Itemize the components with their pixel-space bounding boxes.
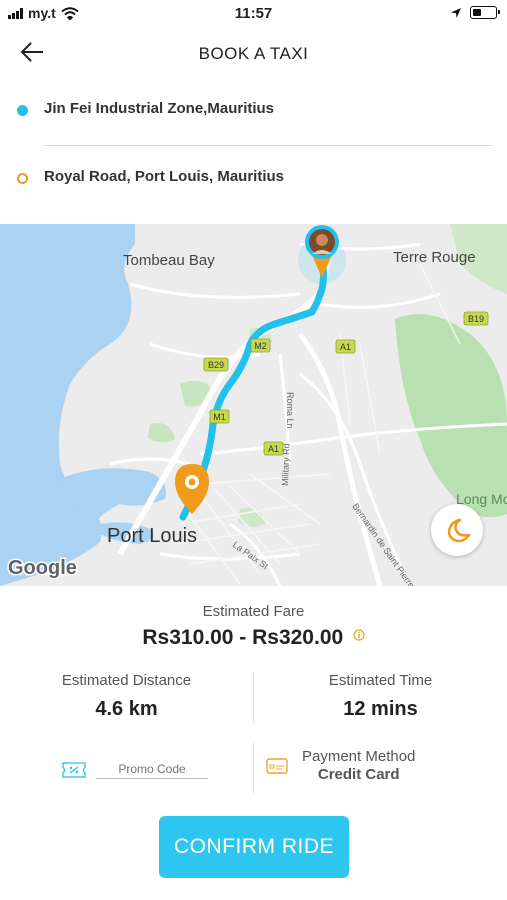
fare-value: Rs310.00 - Rs320.00	[142, 626, 344, 649]
time-value: 12 mins	[343, 698, 418, 720]
time-label: Estimated Time	[328, 672, 433, 689]
pickup-location[interactable]: Jin Fei Industrial Zone,Mauritius	[0, 90, 507, 130]
map-label-port-louis: Port Louis	[107, 525, 197, 547]
svg-text:A1: A1	[340, 342, 351, 352]
location-divider	[44, 145, 492, 146]
moon-icon	[447, 518, 471, 543]
night-mode-button[interactable]	[431, 504, 483, 556]
google-logo: Google	[8, 557, 77, 579]
page-title: BOOK A TAXI	[198, 44, 309, 63]
status-bar: my.t 11:57	[0, 0, 507, 28]
payment-value: Credit Card	[317, 766, 400, 783]
payment-method[interactable]: Payment Method Credit Card	[266, 748, 415, 783]
shield-a1-mid: A1	[263, 441, 284, 456]
card-icon	[266, 757, 288, 774]
battery-icon	[470, 6, 500, 19]
svg-text:B19: B19	[468, 314, 484, 324]
shield-a1-top: A1	[335, 339, 356, 354]
pickup-address: Jin Fei Industrial Zone,Mauritius	[44, 100, 275, 117]
time-stat: Estimated Time 12 mins	[254, 672, 507, 721]
distance-value: 4.6 km	[95, 698, 158, 720]
svg-text:M1: M1	[213, 412, 226, 422]
payment-text: Payment Method Credit Card	[302, 748, 415, 783]
svg-text:M2: M2	[254, 341, 267, 351]
status-right	[450, 6, 500, 19]
distance-label: Estimated Distance	[61, 672, 192, 689]
distance-stat: Estimated Distance 4.6 km	[0, 672, 253, 721]
ticket-icon	[62, 762, 86, 778]
fare-label: Estimated Fare	[202, 603, 305, 620]
svg-text:B29: B29	[208, 360, 224, 370]
svg-text:A1: A1	[268, 444, 279, 454]
payment-label: Payment Method	[302, 748, 416, 765]
header: BOOK A TAXI	[0, 30, 507, 78]
map-label-roma-ln: Roma Ln	[285, 392, 295, 429]
shield-b19: B19	[463, 311, 489, 326]
dropoff-location[interactable]: Royal Road, Port Louis, Mauritius	[0, 158, 507, 198]
shield-m1: M1	[209, 409, 230, 424]
route-map[interactable]: Tombeau Bay Terre Rouge Port Louis Long …	[0, 224, 507, 586]
fare-row: Rs310.00 - Rs320.00	[0, 626, 507, 650]
location-arrow-icon	[451, 7, 461, 18]
map-label-terre-rouge: Terre Rouge	[393, 249, 476, 266]
confirm-ride-button[interactable]: CONFIRM RIDE	[159, 816, 349, 878]
dropoff-address: Royal Road, Port Louis, Mauritius	[44, 168, 285, 185]
dropoff-dot-icon	[17, 173, 28, 184]
status-time: 11:57	[234, 5, 273, 22]
promo-code-input[interactable]	[96, 761, 208, 779]
pickup-dot-icon	[17, 105, 28, 116]
map-label-tombeau-bay: Tombeau Bay	[123, 252, 215, 269]
info-icon[interactable]	[352, 629, 365, 641]
action-divider	[253, 742, 254, 794]
shield-b29: B29	[203, 357, 229, 372]
promo-section[interactable]	[62, 755, 208, 785]
shield-m2: M2	[250, 338, 271, 353]
